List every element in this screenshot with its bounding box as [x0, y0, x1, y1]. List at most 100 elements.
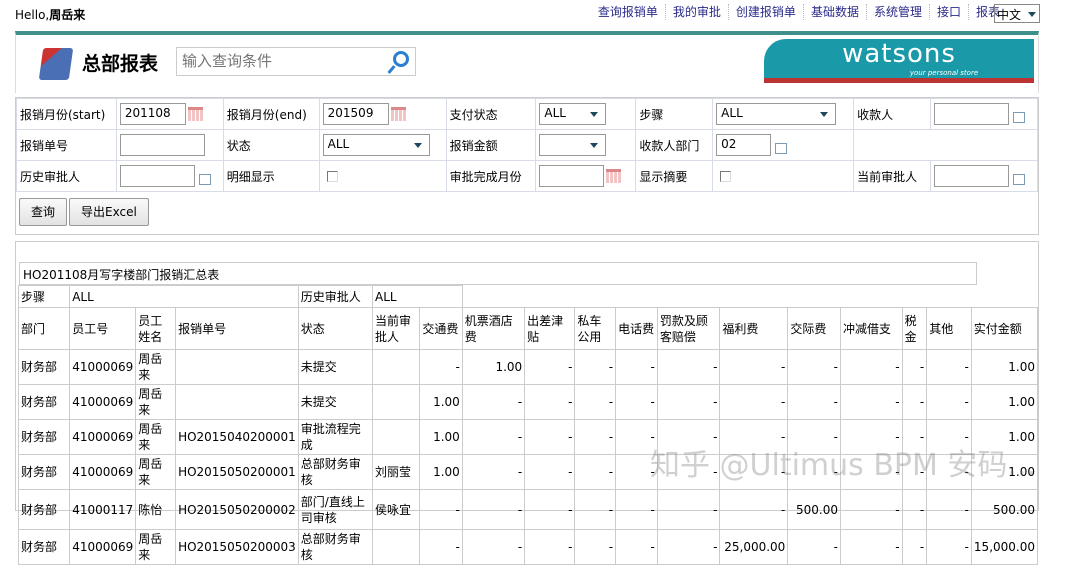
payee-dept-input[interactable]: 02: [716, 134, 772, 156]
watermark: 知乎 @Ultimus BPM 安码...: [650, 448, 1037, 483]
language-select[interactable]: 中文: [994, 4, 1040, 23]
greeting: Hello,周岳来: [15, 6, 85, 23]
nav-query[interactable]: 查询报销单: [591, 4, 665, 20]
nav-system[interactable]: 系统管理: [865, 4, 929, 20]
table-cell: -: [840, 529, 903, 565]
table-cell: -: [656, 489, 721, 530]
step-select[interactable]: ALL: [716, 103, 837, 125]
status-label: 状态: [222, 129, 320, 161]
payee-label: 收款人: [853, 98, 931, 130]
current-approver-input[interactable]: [933, 165, 1009, 187]
table-cell: -: [419, 529, 463, 565]
table-cell: -: [574, 349, 617, 385]
pay-status-value: ALL: [544, 106, 566, 120]
calendar-icon[interactable]: [606, 169, 622, 183]
table-cell: -: [719, 349, 789, 385]
table-cell: -: [787, 529, 841, 565]
table-cell: -: [719, 489, 789, 530]
table-cell: 41000069: [69, 529, 137, 565]
table-cell: 1.00: [970, 349, 1039, 385]
language-value: 中文: [997, 8, 1022, 22]
table-cell: 41000069: [69, 384, 137, 420]
table-cell: -: [615, 529, 658, 565]
table-cell: -: [840, 349, 903, 385]
table-cell: -: [615, 489, 658, 530]
pay-status-select[interactable]: ALL: [539, 103, 607, 125]
external-link-icon[interactable]: [198, 173, 211, 185]
search-box: [176, 47, 416, 76]
table-cell: 侯咏宜: [371, 489, 421, 530]
table-cell: 1.00: [461, 349, 526, 385]
page-header: 总部报表 watsonsyour personal store: [15, 31, 1039, 93]
start-month-input[interactable]: 201108: [119, 103, 186, 125]
step-value: ALL: [721, 106, 743, 120]
table-cell: 1.00: [970, 384, 1039, 420]
table-cell: -: [524, 384, 576, 420]
export-excel-button[interactable]: 导出Excel: [69, 198, 149, 226]
table-cell: 15,000.00: [970, 529, 1039, 565]
table-cell: -: [574, 384, 617, 420]
table-cell: 未提交: [297, 384, 373, 420]
column-header: 福利费: [719, 307, 789, 350]
done-month-input[interactable]: [539, 165, 605, 187]
external-link-icon[interactable]: [1012, 173, 1025, 185]
table-cell: 总部财务审核: [297, 529, 373, 565]
nav-base-data[interactable]: 基础数据: [802, 4, 866, 20]
table-cell: 41000069: [69, 419, 137, 455]
amount-label: 报销金额: [445, 129, 537, 161]
table-cell: -: [461, 489, 526, 530]
table-cell: 周岳来: [135, 419, 177, 455]
table-cell: 周岳来: [135, 529, 177, 565]
calendar-icon[interactable]: [187, 107, 203, 121]
filter-form: 报销月份(start) 201108 报销月份(end) 201509 支付状态…: [15, 97, 1039, 235]
user-name: 周岳来: [49, 8, 86, 22]
table-cell: -: [840, 489, 903, 530]
nav-interface[interactable]: 接口: [928, 4, 968, 20]
table-cell: [371, 384, 421, 420]
column-header: 部门: [17, 307, 71, 350]
query-button[interactable]: 查询: [19, 198, 68, 226]
external-link-icon[interactable]: [1012, 111, 1025, 123]
table-cell: -: [524, 454, 576, 490]
table-cell: 审批流程完成: [297, 419, 373, 455]
done-month-label: 审批完成月份: [445, 160, 537, 192]
table-row: 财务部 41000069 周岳来 未提交 1.00- - - - - - - - - -1.00: [17, 384, 1039, 420]
top-bar: Hello,周岳来 查询报销单 我的审批 创建报销单 基础数据 系统管理 接口 …: [0, 0, 1065, 30]
table-cell: 未提交: [297, 349, 373, 385]
column-header: 罚款及顾客赔偿: [656, 307, 721, 350]
table-cell: [175, 384, 299, 420]
table-cell: 41000069: [69, 349, 137, 385]
history-approver-input[interactable]: [119, 165, 195, 187]
column-header: 状态: [297, 307, 373, 350]
watsons-logo: watsons your personal store: [764, 39, 1034, 83]
nav-my-approval[interactable]: 我的审批: [664, 4, 728, 20]
table-cell: -: [787, 349, 841, 385]
column-header: 冲减借支: [840, 307, 903, 350]
table-cell: 财务部: [17, 349, 71, 385]
amount-select[interactable]: [539, 134, 607, 156]
table-cell: -: [574, 489, 617, 530]
table-cell: -: [524, 529, 576, 565]
column-header: 交际费: [787, 307, 841, 350]
calendar-icon[interactable]: [390, 107, 406, 121]
table-cell: 部门/直线上司审核: [297, 489, 373, 530]
status-select[interactable]: ALL: [322, 134, 430, 156]
external-link-icon[interactable]: [775, 142, 788, 154]
table-cell: -: [524, 489, 576, 530]
table-cell: -: [656, 349, 721, 385]
table-cell: -: [926, 529, 972, 565]
search-icon[interactable]: [393, 51, 409, 67]
table-cell: 财务部: [17, 384, 71, 420]
payee-input[interactable]: [933, 103, 1009, 125]
table-cell: 41000069: [69, 454, 137, 490]
nav-create[interactable]: 创建报销单: [727, 4, 803, 20]
step-value: ALL: [69, 285, 299, 308]
table-row: 财务部 41000069 周岳来 未提交 -1.00- - - - - - - - -1.00: [17, 349, 1039, 385]
table-cell: -: [574, 419, 617, 455]
end-month-input[interactable]: 201509: [322, 103, 389, 125]
expense-no-input[interactable]: [119, 134, 205, 156]
page-title: 总部报表: [82, 53, 159, 75]
search-input[interactable]: [177, 48, 377, 75]
detail-checkbox[interactable]: [326, 171, 338, 182]
summary-checkbox[interactable]: [720, 171, 732, 182]
